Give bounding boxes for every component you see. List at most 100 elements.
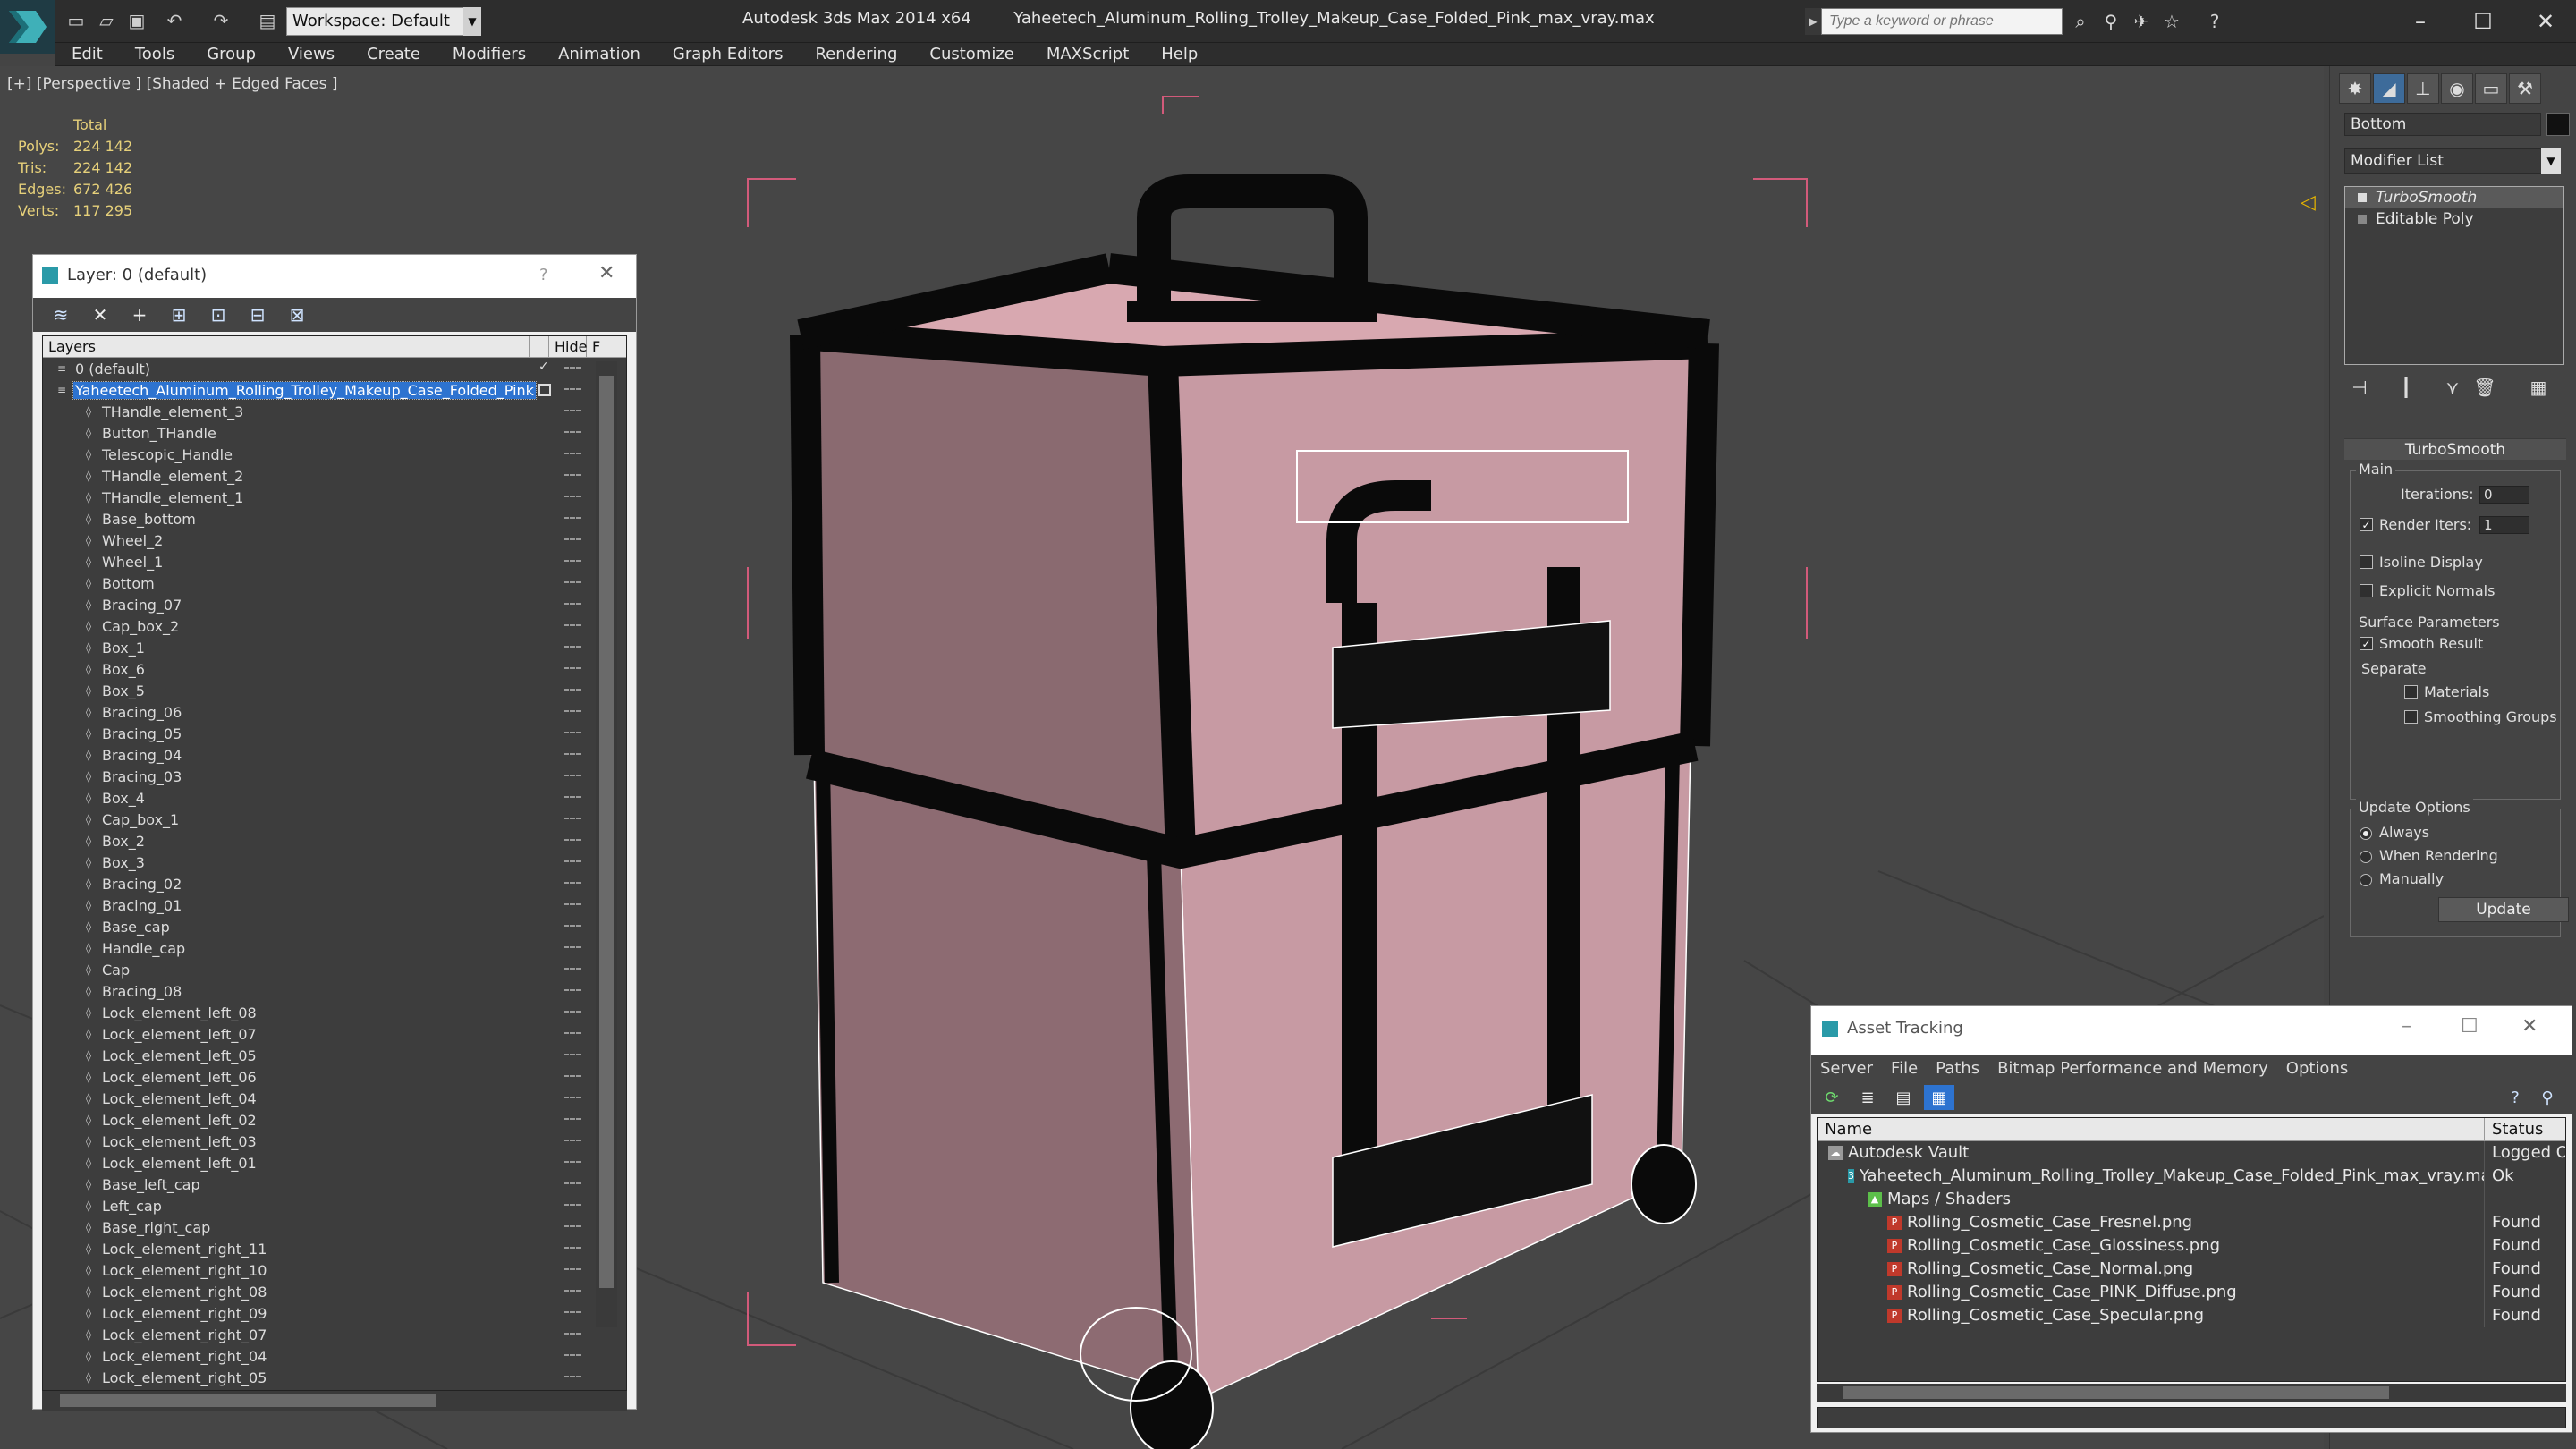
save-file-icon[interactable]: ▣ [123, 7, 150, 34]
menu-edit[interactable]: Edit [55, 45, 119, 64]
stack-item-turbosmooth[interactable]: TurboSmooth [2345, 187, 2563, 208]
layer-row[interactable]: ◊ Bracing_04 [43, 744, 626, 766]
layer-row[interactable]: ◊ Box_4 [43, 787, 626, 809]
layer-row[interactable]: ◊ Lock_element_right_10 [43, 1259, 626, 1281]
app-logo-icon[interactable] [0, 0, 55, 54]
undo-icon[interactable]: ↶ [161, 7, 188, 34]
object-name-field[interactable]: Bottom [2344, 113, 2541, 136]
layer-row[interactable]: ◊ Left_cap [43, 1195, 626, 1216]
hide-toggle[interactable] [564, 989, 581, 993]
always-radio[interactable] [2360, 827, 2372, 840]
menu-tools[interactable]: Tools [119, 45, 191, 64]
hide-toggle[interactable] [564, 453, 581, 456]
layer-row[interactable]: ◊ Lock_element_right_05 [43, 1367, 626, 1388]
hide-toggle[interactable] [564, 603, 581, 606]
layer-row[interactable]: ≡ Yaheetech_Aluminum_Rolling_Trolley_Make… [43, 379, 626, 401]
asset-row[interactable]: P Rolling_Cosmetic_Case_Normal.png Found [1818, 1258, 2565, 1281]
layers-icon[interactable]: ≋ [44, 301, 78, 328]
layer-row[interactable]: ◊ Button_THandle [43, 422, 626, 444]
layer-row[interactable]: ◊ Lock_element_right_11 [43, 1238, 626, 1259]
hide-toggle[interactable] [564, 882, 581, 886]
chevron-down-icon[interactable]: ▼ [2541, 148, 2561, 174]
show-end-result-icon[interactable]: ┃ [2391, 374, 2421, 401]
layer-row[interactable]: ◊ Handle_cap [43, 937, 626, 959]
iterations-spinner[interactable]: 0 [2479, 486, 2529, 504]
search-expand-icon[interactable]: ▶ [1805, 8, 1821, 35]
hide-toggle[interactable] [564, 710, 581, 714]
project-folder-icon[interactable]: ▤ [254, 7, 281, 34]
redo-icon[interactable]: ↷ [208, 7, 234, 34]
hide-toggle[interactable] [564, 388, 581, 392]
layer-row[interactable]: ◊ Bracing_03 [43, 766, 626, 787]
hide-toggle[interactable] [564, 496, 581, 499]
layer-row[interactable]: ◊ Cap_box_1 [43, 809, 626, 830]
column-status[interactable]: Status [2485, 1118, 2565, 1140]
hide-toggle[interactable] [564, 968, 581, 971]
hide-toggle[interactable] [564, 1032, 581, 1036]
menu-create[interactable]: Create [351, 45, 436, 64]
configure-sets-icon[interactable]: ▦ [2523, 374, 2554, 401]
menu-group[interactable]: Group [191, 45, 272, 64]
hide-toggle[interactable] [564, 1075, 581, 1079]
asset-row[interactable]: P Rolling_Cosmetic_Case_Glossiness.png Fou… [1818, 1234, 2565, 1258]
scrollbar-thumb[interactable] [1843, 1386, 2389, 1399]
hide-toggle[interactable] [564, 624, 581, 628]
hide-toggle[interactable] [564, 689, 581, 692]
hide-toggle[interactable] [564, 667, 581, 671]
layer-row[interactable]: ◊ Bracing_07 [43, 594, 626, 615]
minimize-icon[interactable]: – [2402, 1015, 2411, 1038]
viewport-label[interactable]: [+] [Perspective ] [Shaded + Edged Faces… [7, 75, 337, 93]
scrollbar-thumb[interactable] [60, 1394, 436, 1407]
layer-row[interactable]: ◊ Bracing_06 [43, 701, 626, 723]
utilities-tab-icon[interactable]: ⚒ [2509, 73, 2541, 104]
hide-toggle[interactable] [564, 1054, 581, 1057]
close-icon[interactable]: ✕ [2519, 4, 2572, 39]
help-icon[interactable]: ? [2202, 9, 2227, 34]
layer-row[interactable]: ◊ Base_bottom [43, 508, 626, 530]
hide-toggle[interactable] [564, 1290, 581, 1293]
communication-center-icon[interactable]: ⚲ [2098, 9, 2123, 34]
subscription-icon[interactable]: ✈ [2129, 9, 2154, 34]
create-layer-icon[interactable]: + [123, 301, 157, 328]
hide-toggle[interactable] [564, 367, 581, 370]
layer-row[interactable]: ◊ Bracing_05 [43, 723, 626, 744]
layer-row[interactable]: ◊ Lock_element_right_08 [43, 1281, 626, 1302]
hide-toggle[interactable] [564, 839, 581, 843]
when-rendering-radio[interactable] [2360, 851, 2372, 863]
close-icon[interactable]: ✕ [598, 262, 614, 284]
asset-row[interactable]: P Rolling_Cosmetic_Case_PINK_Diffuse.png F… [1818, 1281, 2565, 1304]
menu-bitmap-performance[interactable]: Bitmap Performance and Memory [1988, 1059, 2277, 1078]
layer-row[interactable]: ◊ Bracing_02 [43, 873, 626, 894]
hide-toggle[interactable] [564, 903, 581, 907]
smoothing-groups-checkbox[interactable] [2404, 710, 2418, 724]
asset-table-hscrollbar[interactable] [1817, 1384, 2566, 1402]
materials-checkbox[interactable] [2404, 685, 2418, 699]
smooth-result-checkbox[interactable]: ✓ [2360, 637, 2373, 650]
explicit-normals-checkbox[interactable] [2360, 584, 2373, 597]
layer-window-title-bar[interactable]: Layer: 0 (default) ? ✕ [33, 255, 636, 298]
asset-row[interactable]: ▲ Maps / Shaders [1818, 1188, 2565, 1211]
hide-toggle[interactable] [564, 1097, 581, 1100]
table-view-icon[interactable]: ▦ [1924, 1085, 1954, 1110]
layer-row[interactable]: ◊ Lock_element_left_08 [43, 1002, 626, 1023]
menu-graph-editors[interactable]: Graph Editors [657, 45, 800, 64]
layer-row[interactable]: ◊ THandle_element_1 [43, 487, 626, 508]
hide-toggle[interactable] [564, 753, 581, 757]
layer-row[interactable]: ◊ Cap [43, 959, 626, 980]
hide-toggle[interactable] [564, 925, 581, 928]
stack-item-editable-poly[interactable]: Editable Poly [2345, 208, 2563, 230]
hide-toggle[interactable] [564, 1161, 581, 1165]
motion-tab-icon[interactable]: ◉ [2441, 73, 2473, 104]
layer-row[interactable]: ◊ Lock_element_right_09 [43, 1302, 626, 1324]
new-file-icon[interactable]: ▭ [63, 7, 89, 34]
hide-toggle[interactable] [564, 1225, 581, 1229]
column-layers[interactable]: Layers [43, 336, 530, 357]
help-icon[interactable]: ? [2500, 1085, 2530, 1110]
menu-options[interactable]: Options [2277, 1059, 2357, 1078]
layer-row[interactable]: ◊ THandle_element_2 [43, 465, 626, 487]
hide-toggle[interactable] [564, 646, 581, 649]
panel-collapse-icon[interactable]: ◁ [2301, 191, 2316, 214]
layer-row[interactable]: ◊ Bracing_01 [43, 894, 626, 916]
layer-row[interactable]: ◊ Lock_element_left_04 [43, 1088, 626, 1109]
hide-toggle[interactable] [564, 1118, 581, 1122]
